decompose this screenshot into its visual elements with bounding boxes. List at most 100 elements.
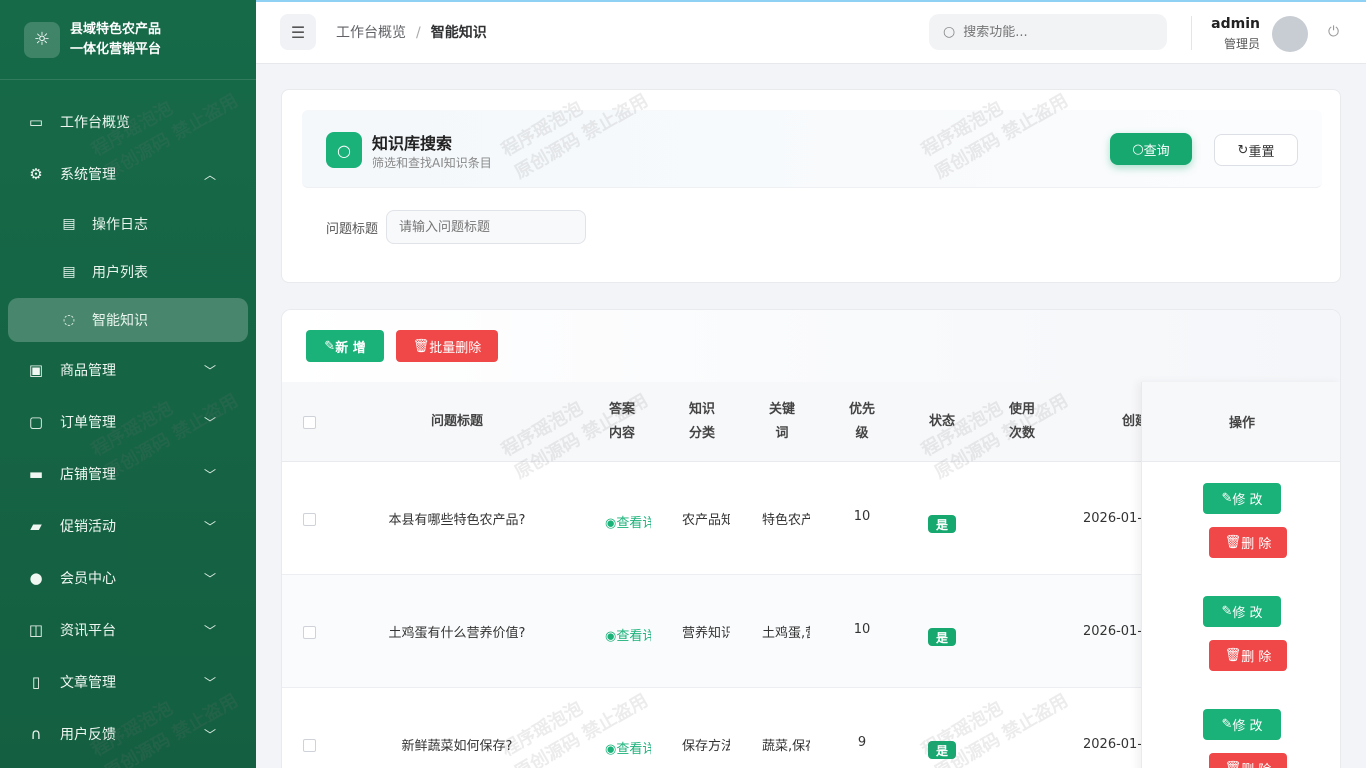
reset-button[interactable]: ↻ 重置 xyxy=(1214,134,1298,166)
sidebar-item-label: 店铺管理 xyxy=(60,467,116,483)
cell-priority: 10 xyxy=(853,509,871,524)
menu-toggle-icon[interactable]: ☰ xyxy=(280,14,316,50)
power-icon[interactable]: ⏻ xyxy=(1328,24,1339,40)
th-answer: 答案 内容 xyxy=(608,402,635,441)
eye-icon: ◉ xyxy=(605,516,617,531)
cell-title: 新鲜蔬菜如何保存? xyxy=(401,739,513,754)
chevron-up-icon: ︿ xyxy=(203,167,216,182)
view-answer-link[interactable]: ◉查看详情 xyxy=(605,625,651,644)
global-search[interactable]: ○ xyxy=(929,14,1167,50)
th-category: 知识 分类 xyxy=(688,402,715,441)
bag-icon: ▢ xyxy=(28,413,44,431)
box-icon: ▣ xyxy=(28,361,44,379)
sidebar-item-members[interactable]: ● 会员中心 ﹀ xyxy=(0,552,256,604)
sidebar-item-system[interactable]: ⚙ 系统管理 ︿ xyxy=(0,148,256,200)
notebook-icon: ▯ xyxy=(31,673,41,691)
logo[interactable]: ☼ 县域特色农产品 一体化营销平台 xyxy=(0,0,256,80)
sidebar-item-label: 工作台概览 xyxy=(60,115,130,131)
trash-icon: 🗑 xyxy=(1224,535,1242,550)
sun-icon: ☼ xyxy=(24,21,60,58)
user-role: 管理员 xyxy=(1223,37,1260,51)
sidebar-item-label: 智能知识 xyxy=(92,313,148,329)
edit-icon: ✎ xyxy=(1221,717,1233,732)
sidebar-item-label: 促销活动 xyxy=(60,519,116,535)
cell-category: 保存方法 xyxy=(682,739,730,754)
table-toolbar: ✎ 新 增 🗑 批量删除 xyxy=(282,310,1340,382)
select-all-checkbox[interactable] xyxy=(303,416,316,429)
sidebar-item-operation-log[interactable]: ▤ 操作日志 xyxy=(0,200,256,248)
edit-icon: ✎ xyxy=(1221,491,1233,506)
delete-button[interactable]: 🗑删 除 xyxy=(1209,640,1287,671)
search-card-subtitle: 筛选和查找AI知识条目 xyxy=(372,156,492,170)
row-checkbox[interactable] xyxy=(303,513,316,526)
cell-keyword: 土鸡蛋,营养 xyxy=(762,626,810,641)
th-title: 问题标题 xyxy=(430,414,483,429)
th-usage: 使用 次数 xyxy=(1008,402,1035,441)
document-icon: ▤ xyxy=(62,264,76,280)
chevron-down-icon: ﹀ xyxy=(203,519,216,534)
sidebar-item-dashboard[interactable]: ▭ 工作台概览 xyxy=(0,96,256,148)
view-answer-link[interactable]: ◉查看详情 xyxy=(605,512,651,531)
operations-column: 操作 ✎修 改 🗑删 除 ✎修 改 🗑删 除 ✎修 改 🗑删 除 xyxy=(1141,382,1340,768)
question-title-label: 问题标题 xyxy=(326,222,379,237)
delete-button[interactable]: 🗑删 除 xyxy=(1209,527,1287,558)
sidebar-item-label: 商品管理 xyxy=(60,363,116,379)
breadcrumb-separator: / xyxy=(416,25,421,41)
chevron-down-icon: ﹀ xyxy=(203,415,216,430)
status-badge: 是 xyxy=(928,515,956,533)
chevron-down-icon: ﹀ xyxy=(203,363,216,378)
headset-icon: ∩ xyxy=(30,725,42,743)
ticket-icon: ▰ xyxy=(30,517,42,535)
add-button[interactable]: ✎ 新 增 xyxy=(306,330,384,362)
chevron-down-icon: ﹀ xyxy=(203,571,216,586)
sidebar-item-goods[interactable]: ▣ 商品管理 ﹀ xyxy=(0,344,256,396)
sidebar-item-feedback[interactable]: ∩ 用户反馈 ﹀ xyxy=(0,708,256,760)
app-title-line1: 县域特色农产品 xyxy=(70,21,162,37)
user-name[interactable]: admin xyxy=(1206,16,1260,32)
edit-button[interactable]: ✎ 修 改 xyxy=(1203,596,1281,627)
cell-keyword: 蔬菜,保存 xyxy=(762,739,810,754)
sidebar-item-label: 文章管理 xyxy=(60,675,116,691)
table-card: ✎ 新 增 🗑 批量删除 问题标题 答案 内容 知识 分类 关键词 优先级 状态 使用次… xyxy=(281,309,1341,768)
chevron-down-icon: ﹀ xyxy=(203,623,216,638)
search-icon: ○ xyxy=(1132,141,1144,157)
search-card-title: 知识库搜索 xyxy=(372,134,453,153)
cell-title: 本县有哪些特色农产品? xyxy=(388,513,526,528)
row-checkbox[interactable] xyxy=(303,626,316,639)
delete-button[interactable]: 🗑删 除 xyxy=(1209,753,1287,768)
sidebar-item-label: 会员中心 xyxy=(60,571,116,587)
th-keyword: 关键词 xyxy=(768,402,795,441)
user-icon: ● xyxy=(29,569,43,587)
sidebar-item-label: 订单管理 xyxy=(60,415,116,431)
sidebar-item-promotions[interactable]: ▰ 促销活动 ﹀ xyxy=(0,500,256,552)
sidebar-item-user-list[interactable]: ▤ 用户列表 xyxy=(0,248,256,296)
batch-delete-button[interactable]: 🗑 批量删除 xyxy=(396,330,498,362)
top-bar: ☰ 工作台概览 / 智能知识 ○ admin 管理员 ⏻ xyxy=(256,0,1366,64)
sidebar-item-news[interactable]: ◫ 资讯平台 ﹀ xyxy=(0,604,256,656)
sidebar-item-knowledge[interactable]: ◌ 智能知识 xyxy=(8,298,248,342)
global-search-input[interactable] xyxy=(963,24,1134,40)
sidebar-item-shops[interactable]: ▬ 店铺管理 ﹀ xyxy=(0,448,256,500)
query-button[interactable]: ○ 查询 xyxy=(1110,133,1192,165)
gear-icon: ⚙ xyxy=(29,165,43,183)
trash-icon: 🗑 xyxy=(1225,761,1242,768)
status-badge: 是 xyxy=(928,741,956,759)
sidebar-item-label: 用户反馈 xyxy=(60,727,116,743)
cell-priority: 9 xyxy=(857,735,867,750)
presentation-icon: ▭ xyxy=(28,113,44,131)
chevron-down-icon: ﹀ xyxy=(203,675,216,690)
cell-created: 2026-01- xyxy=(1083,737,1141,752)
sidebar-item-articles[interactable]: ▯ 文章管理 ﹀ xyxy=(0,656,256,708)
cell-keyword: 特色农产品 xyxy=(762,513,810,528)
view-answer-link[interactable]: ◉查看详情 xyxy=(605,738,651,757)
row-checkbox[interactable] xyxy=(303,739,316,752)
breadcrumb-home[interactable]: 工作台概览 xyxy=(336,25,406,41)
chevron-down-icon: ﹀ xyxy=(203,727,216,742)
edit-icon: ✎ xyxy=(324,338,336,354)
search-card: ○ 知识库搜索 筛选和查找AI知识条目 ○ 查询 ↻ 重置 问题标题 xyxy=(281,89,1341,283)
edit-button[interactable]: ✎ 修 改 xyxy=(1203,483,1281,514)
edit-button[interactable]: ✎ 修 改 xyxy=(1203,709,1281,740)
sidebar-item-orders[interactable]: ▢ 订单管理 ﹀ xyxy=(0,396,256,448)
avatar[interactable] xyxy=(1272,16,1308,52)
question-title-input[interactable] xyxy=(386,210,586,244)
